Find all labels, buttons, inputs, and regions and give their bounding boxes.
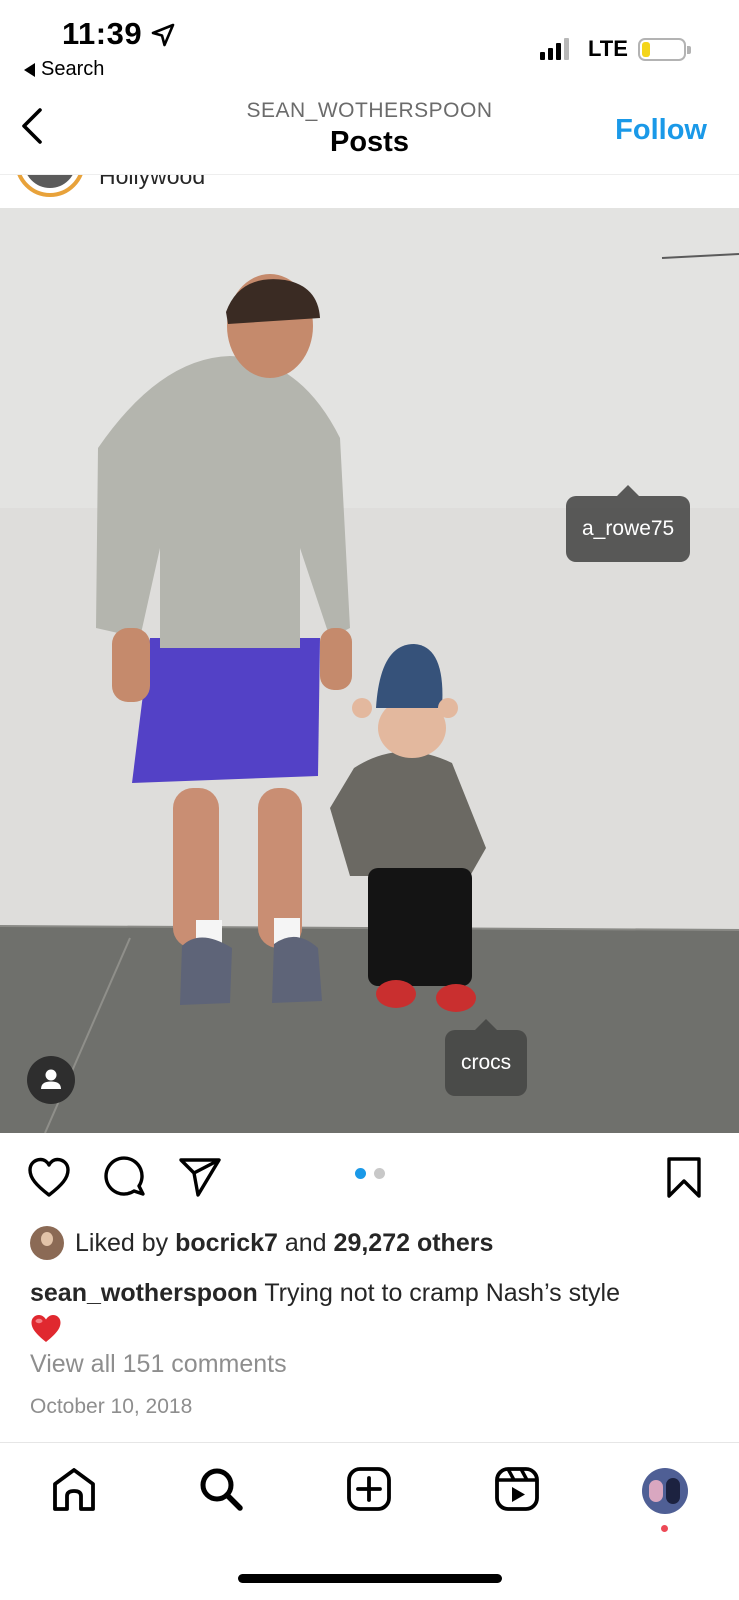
- network-type: LTE: [588, 36, 628, 61]
- liked-by-and: and: [284, 1228, 327, 1257]
- caption-text: Trying not to cramp Nash’s style: [264, 1279, 621, 1307]
- nav-header: SEAN_WOTHERSPOON Posts Follow: [0, 90, 739, 174]
- carousel-indicator: [355, 1168, 385, 1179]
- home-icon[interactable]: [50, 1465, 98, 1513]
- person-icon: [41, 1069, 61, 1089]
- profile-tab-avatar[interactable]: [642, 1468, 688, 1514]
- home-indicator[interactable]: [238, 1574, 502, 1583]
- red-heart-emoji-icon: [31, 1315, 61, 1343]
- follow-button[interactable]: Follow: [615, 114, 707, 147]
- liked-by-user[interactable]: bocrick7: [175, 1229, 278, 1257]
- liked-by-prefix: Liked by: [75, 1228, 169, 1257]
- back-to-search-link[interactable]: Search: [24, 58, 104, 81]
- clock: 11:39: [62, 16, 143, 51]
- post-actions: [0, 1133, 739, 1223]
- send-icon[interactable]: [177, 1155, 223, 1201]
- photo-tag-a-rowe75[interactable]: a_rowe75: [566, 485, 691, 562]
- photo-illustration: [0, 208, 739, 1133]
- reels-icon[interactable]: [493, 1465, 541, 1513]
- likes-text: Liked by bocrick7 and 29,272 others: [75, 1229, 493, 1258]
- comment-icon[interactable]: [103, 1155, 149, 1201]
- post-location[interactable]: Hollywood: [99, 175, 205, 190]
- author-avatar[interactable]: [15, 175, 85, 197]
- carousel-dot: [374, 1168, 385, 1179]
- notification-dot: [661, 1525, 668, 1532]
- post-header: Hollywood: [0, 174, 739, 208]
- bottom-tab-bar: [0, 1442, 739, 1542]
- post-date: October 10, 2018: [30, 1395, 193, 1418]
- user-tags-button[interactable]: [27, 1056, 75, 1104]
- likes-count[interactable]: 29,272 others: [334, 1229, 494, 1257]
- back-triangle-icon: [24, 62, 35, 77]
- likes-summary[interactable]: Liked by bocrick7 and 29,272 others: [30, 1226, 493, 1260]
- post-photo[interactable]: a_rowe75 crocs: [0, 208, 739, 1133]
- post-caption: sean_wotherspoon Trying not to cramp Nas…: [30, 1276, 720, 1344]
- status-bar: 11:39 Search LTE: [0, 0, 739, 90]
- cellular-signal-icon: [540, 38, 569, 60]
- back-to-search-label: Search: [41, 58, 105, 80]
- heart-icon[interactable]: [26, 1155, 72, 1201]
- liker-avatar: [30, 1226, 64, 1260]
- add-post-icon[interactable]: [345, 1465, 393, 1513]
- carousel-dot-active: [355, 1168, 366, 1179]
- view-comments-link[interactable]: View all 151 comments: [30, 1350, 287, 1379]
- battery-icon: [638, 38, 691, 61]
- location-arrow-icon: [151, 23, 175, 47]
- photo-tag-crocs[interactable]: crocs: [445, 1019, 528, 1096]
- caption-username[interactable]: sean_wotherspoon: [30, 1279, 258, 1307]
- search-icon[interactable]: [197, 1465, 245, 1513]
- bookmark-icon[interactable]: [664, 1155, 704, 1201]
